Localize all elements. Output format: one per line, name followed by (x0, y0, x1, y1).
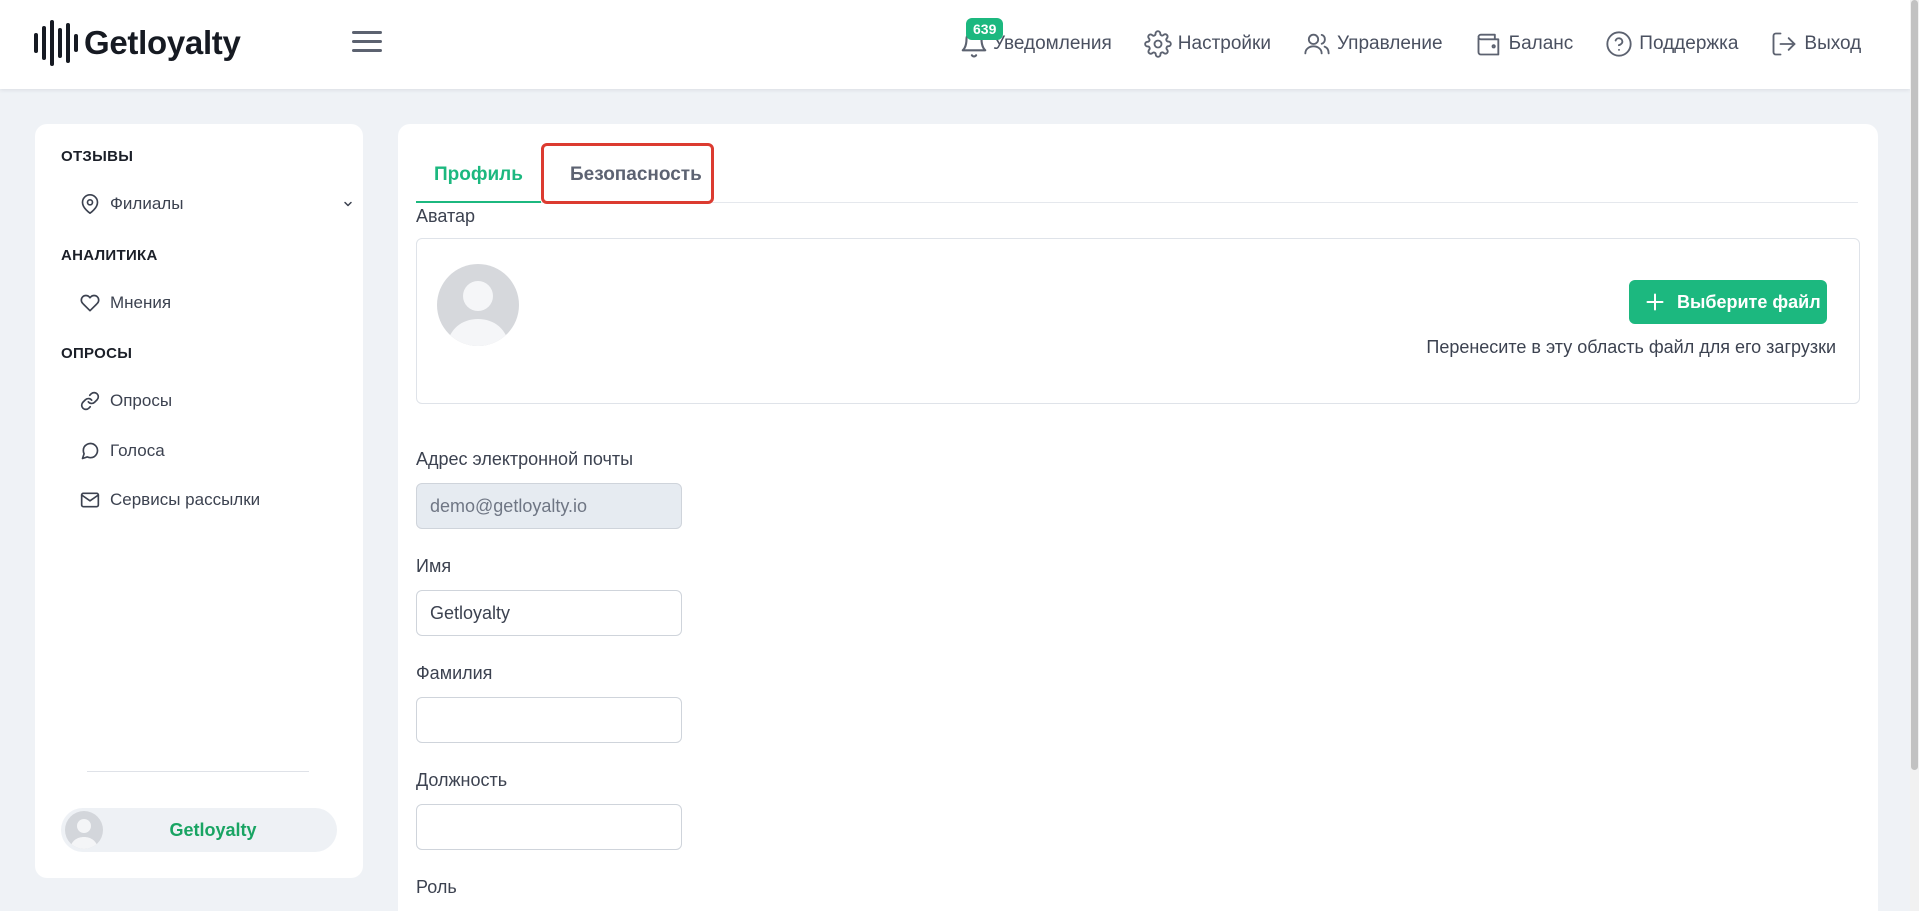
section-title-surveys: ОПРОСЫ (61, 345, 133, 362)
wallet-icon (1477, 33, 1499, 56)
nav-logout[interactable]: Выход (1770, 30, 1861, 58)
last-name-field[interactable] (416, 697, 682, 743)
user-profile-pill[interactable]: Getloyalty (61, 808, 337, 852)
nav-support[interactable]: Поддержка (1605, 30, 1738, 58)
avatar-drop-zone[interactable]: Выберите файл Перенесите в эту область ф… (416, 238, 1860, 404)
last-name-label: Фамилия (416, 663, 493, 683)
link-icon (80, 391, 100, 411)
role-label: Роль (416, 877, 457, 897)
nav-management-label: Управление (1336, 33, 1443, 54)
scrollbar-thumb[interactable] (1911, 0, 1918, 770)
email-label: Адрес электронной почты (416, 449, 634, 469)
email-field (416, 483, 682, 529)
sidebar-divider (87, 771, 309, 772)
sidebar-item-mailing[interactable]: Сервисы рассылки (80, 490, 340, 510)
logo-text: Getloyalty (84, 24, 241, 61)
map-pin-icon (81, 194, 99, 214)
sidebar-item-votes[interactable]: Голоса (80, 441, 340, 461)
nav-balance-label: Баланс (1508, 33, 1574, 54)
tab-profile[interactable]: Профиль (416, 152, 541, 203)
plus-icon (1646, 293, 1664, 311)
sidebar-item-branches[interactable]: Филиалы (80, 194, 352, 214)
nav-notifications-label: Уведомления (993, 33, 1112, 54)
nav-management[interactable]: Управление (1303, 30, 1443, 58)
tab-security[interactable]: Безопасность (552, 152, 720, 203)
nav-settings-label: Настройки (1177, 33, 1271, 54)
logo[interactable]: Getloyalty (34, 20, 241, 66)
sidebar-item-votes-label: Голоса (110, 441, 165, 460)
profile-card: Профиль Безопасность Аватар Выберите фай… (398, 124, 1878, 911)
sidebar-item-surveys[interactable]: Опросы (80, 391, 340, 411)
nav-settings[interactable]: Настройки (1144, 30, 1271, 58)
avatar-preview (437, 264, 519, 346)
sidebar-item-opinions[interactable]: Мнения (80, 293, 340, 313)
user-placeholder-icon (437, 264, 519, 346)
page-scrollbar[interactable] (1910, 0, 1919, 911)
avatar-label: Аватар (416, 206, 476, 226)
chevron-down-icon[interactable] (342, 198, 354, 210)
section-title-reviews: ОТЗЫВЫ (61, 148, 134, 165)
logo-icon (34, 20, 78, 66)
header-nav: 639 Уведомления Настройки Управление Бал… (959, 18, 1861, 61)
first-name-field[interactable] (416, 590, 682, 636)
gear-icon (1144, 30, 1172, 58)
chat-bubble-icon (81, 442, 99, 460)
hamburger-icon[interactable] (352, 31, 382, 57)
sidebar-item-opinions-label: Мнения (110, 293, 172, 312)
choose-file-button[interactable]: Выберите файл (1629, 280, 1827, 324)
choose-file-label: Выберите файл (1677, 291, 1821, 312)
nav-logout-label: Выход (1804, 33, 1862, 54)
position-label: Должность (416, 770, 508, 790)
drop-hint: Перенесите в эту область файл для его за… (1426, 337, 1836, 357)
section-title-analytics: АНАЛИТИКА (61, 247, 158, 264)
sidebar: ОТЗЫВЫ Филиалы АНАЛИТИКА Мнения ОПРОСЫ О… (35, 124, 363, 878)
nav-support-label: Поддержка (1639, 33, 1739, 54)
envelope-icon (80, 492, 100, 508)
first-name-label: Имя (416, 556, 452, 576)
sidebar-item-branches-label: Филиалы (110, 194, 184, 213)
sidebar-item-mailing-label: Сервисы рассылки (110, 490, 261, 509)
top-header: Getloyalty 639 Уведомления Настройки Упр… (0, 0, 1910, 89)
logout-icon (1772, 32, 1796, 56)
nav-notifications[interactable]: 639 Уведомления (959, 18, 1112, 59)
position-field[interactable] (416, 804, 682, 850)
user-name: Getloyalty (169, 820, 257, 840)
users-icon (1304, 33, 1330, 55)
nav-balance[interactable]: Баланс (1475, 30, 1574, 58)
question-circle-icon (1606, 31, 1632, 57)
heart-icon (80, 294, 100, 312)
notifications-badge: 639 (966, 18, 1004, 40)
tab-bar: Профиль Безопасность (416, 143, 1858, 204)
sidebar-item-surveys-label: Опросы (110, 391, 173, 410)
